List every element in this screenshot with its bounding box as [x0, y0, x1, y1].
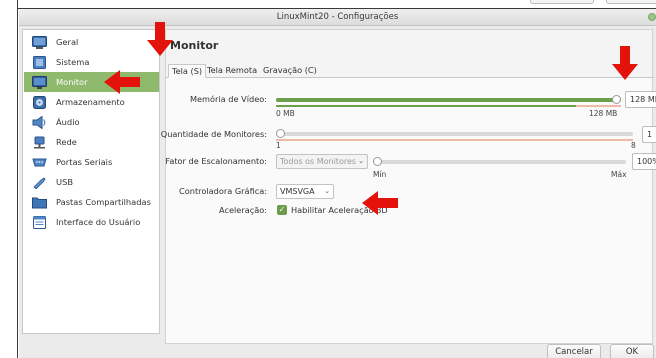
sidebar-item-network[interactable]: Rede	[24, 132, 159, 152]
video-memory-min-label: 0 MB	[276, 109, 295, 118]
sidebar-item-usb[interactable]: USB	[24, 172, 159, 192]
annotation-arrow-left-icon	[362, 191, 398, 215]
sidebar-item-label: Pastas Compartilhadas	[56, 197, 151, 207]
video-memory-range-ok	[276, 105, 576, 107]
graphics-controller-select[interactable]: VMSVGA ⌄	[276, 184, 334, 199]
scale-factor-max-label: Máx	[611, 170, 627, 179]
video-memory-spinbox[interactable]: 128 MB ⌃⌄	[625, 91, 656, 108]
scale-factor-spinbox[interactable]: 100% ⌃⌄	[632, 153, 656, 170]
annotation-arrow-down-icon	[147, 22, 173, 56]
outer-frame-left	[0, 0, 18, 358]
tab-panel-screen: Memória de Vídeo: 0 MB 128 MB 128 MB ⌃⌄ …	[161, 78, 656, 343]
chevron-down-icon: ⌄	[324, 187, 330, 195]
enable-3d-acceleration-checkbox[interactable]: ✓	[277, 205, 287, 215]
settings-window: LinuxMint20 - Configurações Geral Sistem…	[19, 9, 656, 358]
sidebar-item-label: Portas Seriais	[56, 157, 113, 167]
scale-factor-value: 100%	[637, 157, 656, 166]
sidebar-item-label: Armazenamento	[56, 97, 125, 107]
storage-icon	[32, 95, 47, 109]
tab-remote-display[interactable]: Tela Remota	[204, 64, 260, 78]
sidebar-item-user-interface[interactable]: Interface do Usuário	[24, 212, 159, 232]
sidebar-item-label: Interface do Usuário	[56, 217, 141, 227]
settings-content: Monitor Tela (S) Tela Remota Gravação (C…	[161, 29, 656, 344]
sidebar-item-label: Rede	[56, 137, 77, 147]
network-icon	[32, 136, 47, 149]
video-memory-slider[interactable]	[276, 95, 621, 104]
chevron-down-icon: ⌄	[358, 157, 364, 165]
video-memory-slider-fill	[276, 98, 621, 102]
window-title: LinuxMint20 - Configurações	[276, 12, 399, 22]
top-button-1[interactable]	[530, 0, 594, 4]
tab-recording[interactable]: Gravação (C)	[260, 64, 320, 78]
usb-icon	[32, 176, 47, 190]
monitor-count-spinbox[interactable]: 1 ⌃⌄	[642, 126, 656, 143]
system-icon	[32, 55, 47, 69]
monitor-count-label: Quantidade de Monitores:	[160, 129, 267, 139]
sidebar-item-shared-folders[interactable]: Pastas Compartilhadas	[24, 192, 159, 212]
monitor-count-range-warn	[276, 139, 633, 141]
window-titlebar: LinuxMint20 - Configurações	[19, 9, 656, 26]
general-icon	[32, 35, 47, 49]
sidebar-item-general[interactable]: Geral	[24, 32, 159, 52]
annotation-arrow-left-icon	[104, 70, 140, 94]
ok-button[interactable]: OK	[610, 344, 654, 358]
serial-ports-icon	[32, 156, 47, 169]
graphics-controller-value: VMSVGA	[280, 187, 315, 196]
scale-factor-slider[interactable]	[373, 157, 626, 166]
close-icon[interactable]	[648, 13, 656, 21]
sidebar-item-label: USB	[56, 177, 74, 187]
cancel-button[interactable]: Cancelar	[547, 344, 601, 358]
acceleration-label: Aceleração:	[219, 205, 267, 215]
video-memory-range-warn	[576, 105, 621, 107]
monitor-count-max-label: 8	[631, 141, 636, 150]
video-memory-label: Memória de Vídeo:	[189, 94, 267, 104]
video-memory-max-label: 128 MB	[589, 109, 618, 118]
monitor-count-value: 1	[647, 130, 653, 139]
scale-factor-label: Fator de Escalonamento:	[165, 156, 267, 166]
outer-topbar	[18, 0, 656, 9]
sidebar-item-audio[interactable]: Áudio	[24, 112, 159, 132]
monitor-count-slider-handle[interactable]	[276, 129, 285, 138]
sidebar-item-label: Geral	[56, 37, 79, 47]
sidebar-item-system[interactable]: Sistema	[24, 52, 159, 72]
sidebar-item-label: Áudio	[56, 117, 80, 127]
audio-icon	[32, 115, 47, 129]
sidebar-item-label: Sistema	[56, 57, 90, 67]
scale-factor-min-label: Mín	[373, 170, 387, 179]
monitor-icon	[32, 75, 47, 89]
monitor-count-slider[interactable]	[276, 129, 633, 138]
scale-factor-slider-handle[interactable]	[373, 157, 382, 166]
tab-bar: Tela (S) Tela Remota Gravação (C)	[166, 64, 654, 78]
tab-screen[interactable]: Tela (S)	[168, 64, 207, 78]
shared-folders-icon	[32, 196, 47, 209]
scale-monitor-select-value: Todos os Monitores	[280, 157, 357, 166]
sidebar-item-serial-ports[interactable]: Portas Seriais	[24, 152, 159, 172]
sidebar-item-label: Monitor	[56, 77, 88, 87]
video-memory-value: 128 MB	[630, 95, 656, 104]
video-memory-slider-handle[interactable]	[612, 95, 621, 104]
scale-monitor-select[interactable]: Todos os Monitores ⌄	[276, 154, 368, 169]
page-title: Monitor	[170, 39, 219, 52]
sidebar-item-storage[interactable]: Armazenamento	[24, 92, 159, 112]
graphics-controller-label: Controladora Gráfica:	[179, 186, 267, 196]
top-button-2[interactable]	[606, 0, 656, 4]
monitor-count-min-label: 1	[276, 141, 281, 150]
annotation-arrow-down-icon	[612, 46, 638, 80]
user-interface-icon	[32, 215, 47, 229]
